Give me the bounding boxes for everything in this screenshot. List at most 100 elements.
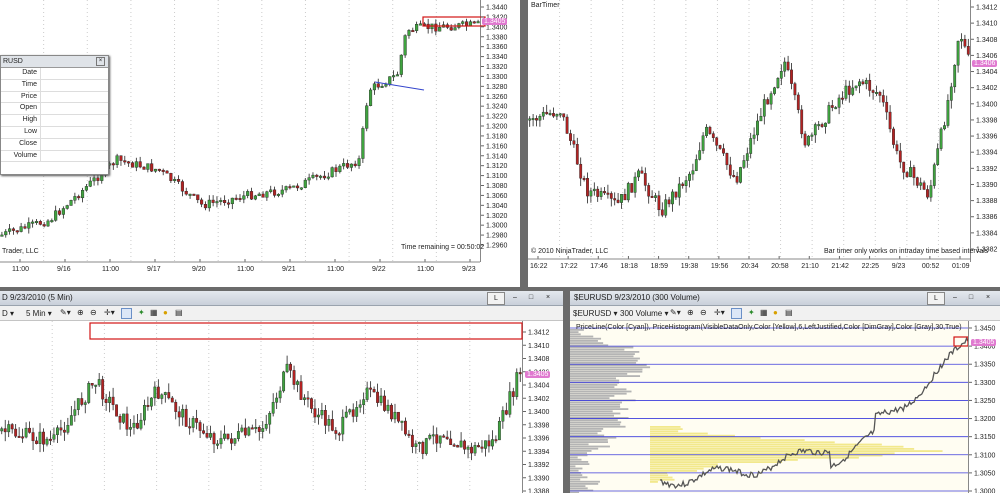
chart-window-bottom-right[interactable]: $EURUSD 9/23/2010 (300 Volume) L – □ × $…: [570, 291, 1000, 493]
histogram-bar: [570, 461, 589, 463]
candle: [609, 193, 613, 199]
candle: [323, 410, 327, 426]
candle: [841, 97, 844, 100]
candle: [431, 434, 435, 437]
candle: [749, 138, 753, 154]
time-tick-label: 21:42: [831, 263, 849, 270]
time-tick-label: 21:10: [801, 263, 819, 270]
time-tick-label: 9/20: [192, 266, 206, 273]
candle: [349, 163, 353, 168]
candle: [35, 440, 38, 444]
candle: [219, 438, 223, 445]
candle: [57, 210, 62, 215]
histogram-bar: [570, 483, 599, 485]
candle: [243, 427, 247, 436]
candle: [671, 191, 674, 205]
candle: [246, 191, 250, 196]
candle: [511, 391, 515, 397]
candle: [278, 390, 282, 399]
data-box-title-text: RUSD: [3, 58, 23, 65]
candle: [898, 150, 902, 163]
candle: [212, 433, 216, 445]
candle: [292, 370, 296, 385]
price-tick-label: 1.3398: [528, 422, 550, 429]
candle: [358, 404, 362, 408]
candle: [905, 172, 909, 178]
histogram-bar: [570, 450, 592, 452]
price-tick-label: 1.3040: [486, 203, 508, 210]
candle: [946, 100, 950, 126]
histogram-bar: [570, 434, 605, 437]
candle: [292, 185, 296, 188]
bottom-right-chart-svg[interactable]: 1.34501.34001.33501.33001.32501.32001.31…: [570, 291, 1000, 493]
candle: [943, 125, 946, 130]
candle: [299, 187, 303, 190]
candle: [421, 441, 425, 454]
chart-window-bottom-left[interactable]: D 9/23/2010 (5 Min) L – □ × D ▾ 5 Min ▾ …: [0, 291, 563, 493]
data-box-title[interactable]: RUSD ×: [1, 56, 108, 68]
histogram-bar-yellow: [650, 450, 943, 452]
candle: [575, 144, 579, 165]
candle: [365, 105, 369, 129]
histogram-bar: [570, 406, 621, 408]
price-tick-label: 1.3300: [486, 74, 508, 81]
candle: [203, 204, 207, 209]
top-right-chart-svg[interactable]: 1.3412 1.3410 1.3408 1.3406 1.3404 1.3402 1.34…: [528, 0, 1000, 287]
candle: [956, 40, 960, 66]
bottom-left-chart-svg[interactable]: 1.34121.34101.34081.34061.34041.34021.34…: [0, 291, 563, 493]
candle: [273, 189, 277, 196]
histogram-bar: [570, 366, 651, 369]
candle: [380, 85, 384, 88]
data-box-window[interactable]: RUSD × Date Time Price Open High Low Close Volum…: [0, 55, 109, 175]
time-tick-label: 16:22: [530, 263, 548, 270]
data-box-row-label: High: [1, 115, 41, 126]
price-tick-label: 1.3200: [486, 124, 508, 131]
candle: [397, 411, 400, 422]
candle: [393, 411, 397, 420]
candle: [261, 428, 265, 432]
candle: [81, 190, 85, 199]
candle: [388, 76, 392, 85]
histogram-bar: [570, 474, 583, 476]
candle: [392, 75, 396, 78]
candle: [929, 185, 933, 198]
candle: [66, 425, 70, 433]
chart-panel-top-left[interactable]: 1.34401.34201.34001.33801.33601.33401.33…: [0, 0, 520, 287]
candle: [830, 105, 834, 108]
histogram-bar: [570, 373, 628, 375]
histogram-bar: [570, 355, 634, 358]
candle: [28, 427, 31, 433]
bottom-left-price-axis: 1.34121.34101.34081.34061.34041.34021.34…: [523, 330, 550, 493]
candle: [313, 408, 317, 418]
histogram-bar: [570, 377, 616, 380]
candle: [161, 169, 165, 172]
candle: [362, 399, 366, 405]
candle: [209, 433, 212, 438]
candle: [759, 116, 763, 122]
candle: [45, 438, 49, 445]
current-price-marker: 1.3405: [482, 18, 508, 25]
candle: [418, 23, 423, 26]
price-tick-label: 1.3394: [528, 449, 550, 456]
candle: [711, 133, 715, 138]
chart-panel-top-right[interactable]: 1.3412 1.3410 1.3408 1.3406 1.3404 1.3402 1.34…: [528, 0, 1000, 287]
histogram-bar: [570, 390, 632, 393]
histogram-bar: [570, 386, 615, 388]
time-tick-label: 18:59: [651, 263, 669, 270]
price-tick-label: 1.2960: [486, 243, 508, 250]
price-tick-label: 1.3260: [486, 94, 508, 101]
candle: [640, 170, 644, 174]
candle: [912, 167, 916, 178]
histogram-bar: [570, 342, 604, 344]
candle: [637, 170, 640, 178]
highlight-rectangle[interactable]: [89, 322, 523, 340]
histogram-bar: [570, 465, 576, 468]
candle: [361, 128, 365, 159]
candle: [667, 199, 671, 205]
candle: [438, 27, 442, 32]
histogram-bar: [570, 447, 599, 450]
histogram-bar: [570, 421, 622, 424]
candle: [219, 200, 223, 202]
candle: [756, 120, 759, 136]
close-icon[interactable]: ×: [96, 57, 105, 66]
